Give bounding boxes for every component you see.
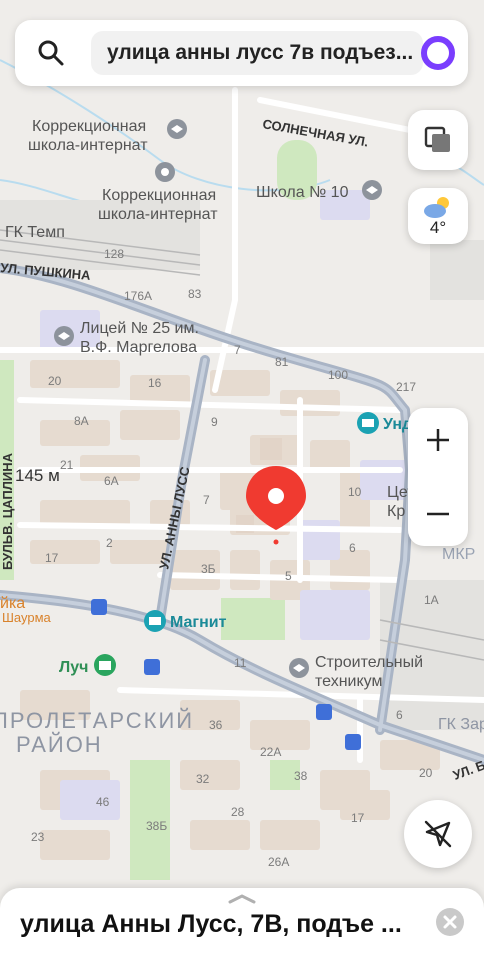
house-number: 100 bbox=[328, 368, 348, 382]
house-number: 46 bbox=[96, 795, 110, 809]
poi-label[interactable]: ГК Темп bbox=[5, 224, 65, 241]
house-number: 17 bbox=[351, 811, 365, 825]
house-number: 9 bbox=[211, 415, 218, 429]
house-number: 11 bbox=[234, 656, 247, 670]
transit-icon[interactable] bbox=[316, 704, 332, 720]
house-number: 23 bbox=[31, 830, 45, 844]
house-number: 26А bbox=[268, 855, 289, 869]
street-label: БУЛЬВ. ЦАПЛИНА bbox=[0, 452, 15, 570]
house-number: 38 bbox=[294, 769, 308, 783]
search-bar: улица анны лусс 7в подъез... bbox=[15, 20, 468, 86]
house-number: 176А bbox=[124, 289, 152, 303]
house-number: 21 bbox=[60, 458, 74, 472]
bottom-sheet[interactable]: улица Анны Лусс, 7В, подъе ... bbox=[0, 888, 484, 960]
house-number: 16 bbox=[148, 376, 162, 390]
house-number: 7 bbox=[234, 343, 241, 357]
poi-label[interactable]: МКР bbox=[442, 546, 475, 563]
partly-cloudy-icon bbox=[424, 197, 449, 218]
poi-label[interactable]: ГК Зар bbox=[438, 716, 484, 733]
plus-icon bbox=[427, 429, 449, 451]
district-label: РАЙОН bbox=[16, 732, 103, 757]
school-icon[interactable] bbox=[167, 119, 187, 139]
house-number: 6А bbox=[104, 474, 119, 488]
house-number: 217 bbox=[396, 380, 416, 394]
transit-icon[interactable] bbox=[91, 599, 107, 615]
poi-label[interactable]: Шаурма bbox=[2, 610, 52, 625]
house-number: 1А bbox=[424, 593, 439, 607]
minus-icon bbox=[427, 512, 449, 516]
search-icon[interactable] bbox=[35, 37, 67, 69]
poi-label[interactable]: йка bbox=[0, 595, 25, 612]
house-number: 3Б bbox=[201, 562, 216, 576]
house-number: 2 bbox=[106, 536, 113, 550]
layers-button[interactable] bbox=[408, 110, 468, 170]
scale-label: 145 м bbox=[15, 466, 60, 485]
poi-label[interactable]: Магнит bbox=[170, 614, 227, 631]
weather-temperature: 4° bbox=[429, 218, 447, 237]
house-number: 7 bbox=[203, 493, 210, 507]
house-number: 8А bbox=[74, 414, 89, 428]
close-icon[interactable] bbox=[434, 906, 466, 938]
zoom-in-button[interactable] bbox=[408, 408, 468, 472]
search-input[interactable]: улица анны лусс 7в подъез... bbox=[91, 31, 423, 75]
house-number: 83 bbox=[188, 287, 202, 301]
shop-icon[interactable] bbox=[357, 412, 379, 434]
district-label: ПРОЛЕТАРСКИЙ bbox=[0, 708, 194, 733]
poi-label[interactable]: Школа № 10 bbox=[256, 184, 349, 201]
place-title: улица Анны Лусс, 7В, подъе ... bbox=[20, 910, 402, 938]
house-number: 38Б bbox=[146, 819, 167, 833]
house-number: 32 bbox=[196, 772, 210, 786]
college-icon[interactable] bbox=[289, 658, 309, 678]
school-icon[interactable] bbox=[362, 180, 382, 200]
house-number: 81 bbox=[275, 355, 289, 369]
sheet-handle-icon[interactable] bbox=[228, 894, 256, 904]
house-number: 28 bbox=[231, 805, 245, 819]
transit-icon[interactable] bbox=[144, 659, 160, 675]
house-number: 5 bbox=[285, 569, 292, 583]
house-number: 6 bbox=[396, 708, 403, 722]
house-number: 128 bbox=[104, 247, 124, 261]
school-icon[interactable] bbox=[155, 162, 175, 182]
poi-label[interactable]: Луч bbox=[59, 659, 88, 676]
house-number: 22А bbox=[260, 745, 281, 759]
house-number: 36 bbox=[209, 718, 223, 732]
my-location-button[interactable] bbox=[404, 800, 472, 868]
navigation-off-icon bbox=[424, 820, 452, 848]
transit-icon[interactable] bbox=[345, 734, 361, 750]
house-number: 17 bbox=[45, 551, 59, 565]
zoom-out-button[interactable] bbox=[408, 482, 468, 546]
weather-widget[interactable]: 4° bbox=[408, 188, 468, 244]
zoom-controls bbox=[408, 408, 468, 546]
alice-assistant-icon[interactable] bbox=[418, 33, 458, 73]
shop-icon[interactable] bbox=[144, 610, 166, 632]
layers-icon bbox=[424, 126, 450, 152]
house-number: 6 bbox=[349, 541, 356, 555]
culture-icon[interactable] bbox=[94, 654, 116, 676]
house-number: 20 bbox=[419, 766, 433, 780]
house-number: 10 bbox=[348, 485, 362, 499]
school-icon[interactable] bbox=[54, 326, 74, 346]
house-number: 20 bbox=[48, 374, 62, 388]
